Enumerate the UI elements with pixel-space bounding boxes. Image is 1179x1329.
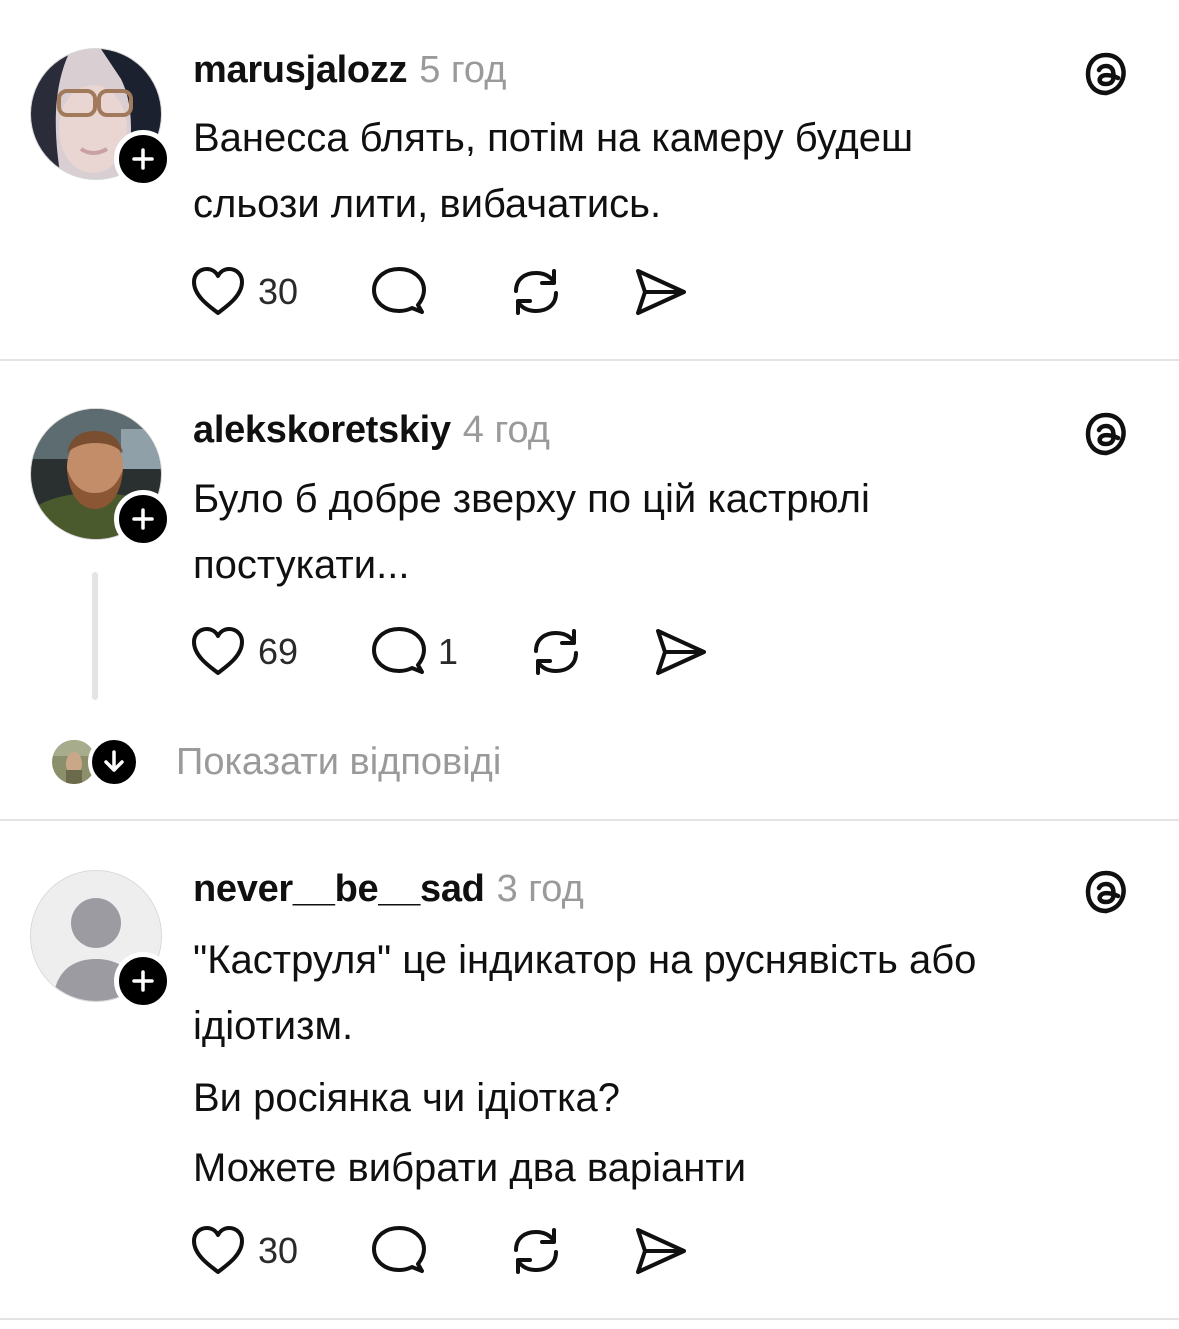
avatar-container[interactable]: [30, 408, 172, 548]
reply-button[interactable]: [372, 262, 438, 322]
like-count: 30: [258, 1230, 299, 1271]
post-header: alekskoretskiy 4 год: [193, 408, 550, 452]
post-divider: [0, 359, 1179, 361]
follow-button[interactable]: [114, 952, 172, 1010]
heart-icon: [192, 267, 244, 315]
username[interactable]: alekskoretskiy: [193, 409, 451, 451]
reply-button[interactable]: 1: [372, 622, 458, 682]
avatar-container[interactable]: [30, 48, 172, 188]
like-button[interactable]: 69: [190, 622, 298, 682]
post-actions: 30: [190, 1221, 688, 1281]
show-replies-button[interactable]: Показати відповіді: [50, 732, 501, 792]
post-header: never__be__sad 3 год: [193, 867, 584, 911]
repost-icon: [514, 1228, 559, 1274]
like-count: 69: [258, 631, 299, 672]
post-text-line: Ви росіянка чи ідіотка?: [193, 1076, 620, 1120]
post-text-line: постукати...: [193, 543, 410, 587]
share-button[interactable]: [634, 262, 688, 322]
comment-icon: [372, 1226, 427, 1273]
avatar-container[interactable]: [30, 870, 172, 1010]
share-button[interactable]: [634, 1221, 688, 1281]
reply-count: 1: [438, 631, 459, 672]
show-replies-label: Показати відповіді: [176, 740, 502, 783]
post-text-line: "Каструля" це індикатор на руснявість аб…: [193, 938, 977, 982]
repost-button[interactable]: [508, 1221, 564, 1281]
username[interactable]: never__be__sad: [193, 868, 485, 910]
post-actions: 30: [190, 262, 688, 322]
like-button[interactable]: 30: [190, 262, 298, 322]
post-text-line: Ванесса блять, потім на камеру будеш: [193, 116, 914, 160]
share-icon: [656, 629, 707, 675]
repost-button[interactable]: [508, 262, 564, 322]
share-icon: [636, 1228, 687, 1274]
timestamp: 3 год: [496, 868, 584, 910]
timestamp: 5 год: [419, 49, 507, 91]
like-button[interactable]: 30: [190, 1221, 298, 1281]
timestamp: 4 год: [462, 409, 550, 451]
repost-icon: [514, 269, 559, 315]
post-actions: 69 1: [190, 622, 708, 682]
share-button[interactable]: [654, 622, 708, 682]
comment-icon: [372, 267, 427, 314]
plus-icon: [132, 148, 154, 170]
post-text: "Каструля" це індикатор на руснявість аб…: [193, 927, 1153, 1201]
threads-icon[interactable]: [1082, 50, 1130, 98]
post-divider: [0, 1318, 1179, 1320]
post-text: Було б добре зверху по цій кастрюлі пост…: [193, 466, 1153, 598]
heart-icon: [192, 627, 244, 675]
post-text: Ванесса блять, потім на камеру будеш сль…: [193, 105, 1153, 237]
post-text-line: Можете вибрати два варіанти: [193, 1146, 747, 1190]
repost-icon: [534, 629, 579, 675]
reply-button[interactable]: [372, 1221, 438, 1281]
comment-icon: [372, 627, 427, 674]
follow-button[interactable]: [114, 490, 172, 548]
post-divider: [0, 819, 1179, 821]
username[interactable]: marusjalozz: [193, 49, 408, 91]
post-text-line: сльози лити, вибачатись.: [193, 182, 662, 226]
share-icon: [636, 269, 687, 315]
repost-button[interactable]: [528, 622, 584, 682]
heart-icon: [192, 1226, 244, 1274]
like-count: 30: [258, 271, 299, 312]
post-text-line: Було б добре зверху по цій кастрюлі: [193, 477, 870, 521]
plus-icon: [132, 508, 154, 530]
thread-line: [92, 572, 98, 700]
threads-icon[interactable]: [1082, 410, 1130, 458]
plus-icon: [132, 970, 154, 992]
post-header: marusjalozz 5 год: [193, 48, 506, 92]
threads-icon[interactable]: [1082, 868, 1130, 916]
follow-button[interactable]: [114, 130, 172, 188]
post-text-line: ідіотизм.: [193, 1004, 354, 1048]
arrow-down-icon: [88, 736, 140, 788]
